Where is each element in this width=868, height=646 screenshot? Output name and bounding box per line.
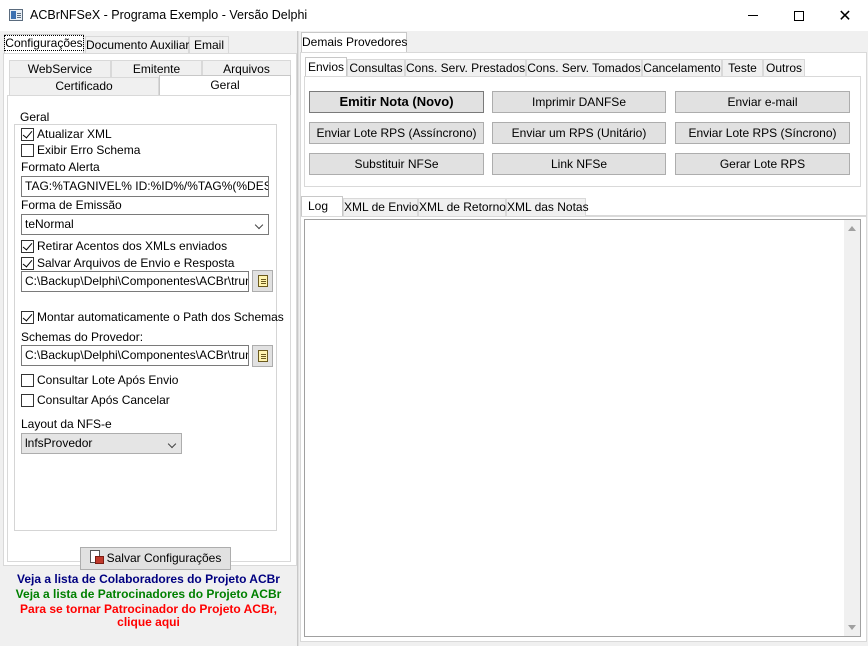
retirar-acentos-check	[21, 239, 34, 253]
link-nfse-button[interactable]: Link NFSe	[492, 153, 666, 175]
layout-label: Layout da NFS-e	[21, 417, 112, 431]
close-button[interactable]: ✕	[822, 0, 868, 31]
folder-icon	[258, 275, 268, 287]
browse-arquivos-button[interactable]	[252, 270, 273, 292]
substituir-nfse-button[interactable]: Substituir NFSe	[309, 153, 484, 175]
browse-schemas-button[interactable]	[252, 345, 273, 367]
link-patrocinador-line1[interactable]: Para se tornar Patrocinador do Projeto A…	[0, 602, 297, 616]
enviar-rps-unitario-button[interactable]: Enviar um RPS (Unitário)	[492, 122, 666, 144]
tab-demais-provedores[interactable]: Demais Provedores	[301, 32, 407, 53]
close-icon: ✕	[838, 5, 852, 25]
link-patrocinadores[interactable]: Veja a lista de Patrocinadores do Projet…	[0, 587, 297, 601]
maximize-button[interactable]	[776, 0, 822, 31]
gerar-lote-rps-button[interactable]: Gerar Lote RPS	[675, 153, 850, 175]
consultar-lote-check	[21, 373, 34, 387]
tab-cons-serv-tomados[interactable]: Cons. Serv. Tomados	[526, 59, 642, 77]
tab-consultas[interactable]: Consultas	[347, 59, 405, 77]
tab-webservice[interactable]: WebService	[9, 60, 111, 78]
tab-certificado[interactable]: Certificado	[9, 77, 159, 96]
left-pane: Configurações Documento Auxiliar Email W…	[0, 31, 297, 646]
forma-emissao-select[interactable]: teNormal	[21, 214, 269, 235]
retirar-acentos-checkbox[interactable]: Retirar Acentos dos XMLs enviados	[21, 239, 227, 253]
consultar-cancelar-check	[21, 393, 34, 407]
right-pane: Demais Provedores Envios Consultas Cons.…	[299, 31, 868, 646]
tab-outros[interactable]: Outros	[763, 59, 805, 77]
tab-documento-auxiliar[interactable]: Documento Auxiliar	[85, 36, 189, 54]
enviar-lote-sincrono-button[interactable]: Enviar Lote RPS (Síncrono)	[675, 122, 850, 144]
tab-cons-serv-prestados[interactable]: Cons. Serv. Prestados	[405, 59, 526, 77]
folder-icon	[258, 350, 268, 362]
imprimir-danfse-button[interactable]: Imprimir DANFSe	[492, 91, 666, 113]
title-bar: ACBrNFSeX - Programa Exemplo - Versão De…	[0, 0, 868, 31]
save-icon	[89, 550, 104, 564]
tab-xml-notas[interactable]: XML das Notas	[506, 198, 589, 216]
tab-xml-envio[interactable]: XML de Envio	[343, 198, 418, 216]
scroll-down-icon[interactable]	[848, 625, 856, 630]
consultar-cancelar-checkbox[interactable]: Consultar Após Cancelar	[21, 393, 170, 407]
atualizar-xml-checkbox[interactable]: Atualizar XML	[21, 127, 112, 141]
exibir-erro-schema-checkbox[interactable]: Exibir Erro Schema	[21, 143, 140, 157]
enviar-email-button[interactable]: Enviar e-mail	[675, 91, 850, 113]
minimize-icon	[748, 15, 758, 16]
log-textarea[interactable]	[304, 219, 844, 637]
formato-alerta-input[interactable]: TAG:%TAGNIVEL% ID:%ID%/%TAG%(%DESCRI	[21, 176, 269, 197]
schemas-label: Schemas do Provedor:	[21, 330, 144, 344]
salvar-arquivos-checkbox[interactable]: Salvar Arquivos de Envio e Resposta	[21, 256, 234, 270]
geral-group-title: Geral	[18, 110, 52, 124]
tab-geral[interactable]: Geral	[159, 75, 291, 96]
montar-path-check	[21, 310, 34, 324]
maximize-icon	[794, 10, 804, 21]
minimize-button[interactable]	[730, 0, 776, 31]
layout-select[interactable]: lnfsProvedor	[21, 433, 182, 454]
log-scrollbar[interactable]	[844, 219, 861, 637]
link-colaboradores[interactable]: Veja a lista de Colaboradores do Projeto…	[0, 572, 297, 586]
app-icon	[9, 9, 23, 21]
tab-teste[interactable]: Teste	[722, 59, 763, 77]
scroll-up-icon[interactable]	[848, 226, 856, 231]
tab-cancelamento[interactable]: Cancelamento	[642, 59, 722, 77]
montar-path-checkbox[interactable]: Montar automaticamente o Path dos Schema…	[21, 310, 284, 324]
forma-emissao-label: Forma de Emissão	[21, 198, 122, 212]
enviar-lote-assincrono-button[interactable]: Enviar Lote RPS (Assíncrono)	[309, 122, 484, 144]
consultar-lote-checkbox[interactable]: Consultar Lote Após Envio	[21, 373, 178, 387]
tab-envios[interactable]: Envios	[305, 57, 347, 77]
formato-alerta-label: Formato Alerta	[21, 160, 100, 174]
tab-log[interactable]: Log	[301, 196, 343, 217]
atualizar-xml-check	[21, 127, 34, 141]
tab-configuracoes[interactable]: Configurações	[4, 34, 84, 53]
path-arquivos-input[interactable]: C:\Backup\Delphi\Componentes\ACBr\trunk2…	[21, 271, 249, 292]
exibir-erro-schema-check	[21, 143, 34, 157]
tab-xml-retorno[interactable]: XML de Retorno	[418, 198, 506, 216]
emitir-nota-button[interactable]: Emitir Nota (Novo)	[309, 91, 484, 113]
chevron-down-icon	[167, 439, 177, 449]
window-title: ACBrNFSeX - Programa Exemplo - Versão De…	[30, 8, 308, 22]
link-patrocinador-line2[interactable]: clique aqui	[0, 615, 297, 629]
chevron-down-icon	[254, 220, 264, 230]
salvar-configuracoes-button[interactable]: Salvar Configurações	[80, 547, 231, 570]
salvar-arquivos-check	[21, 256, 34, 270]
tab-email[interactable]: Email	[189, 36, 229, 54]
path-schemas-input[interactable]: C:\Backup\Delphi\Componentes\ACBr\trunk2…	[21, 345, 249, 366]
